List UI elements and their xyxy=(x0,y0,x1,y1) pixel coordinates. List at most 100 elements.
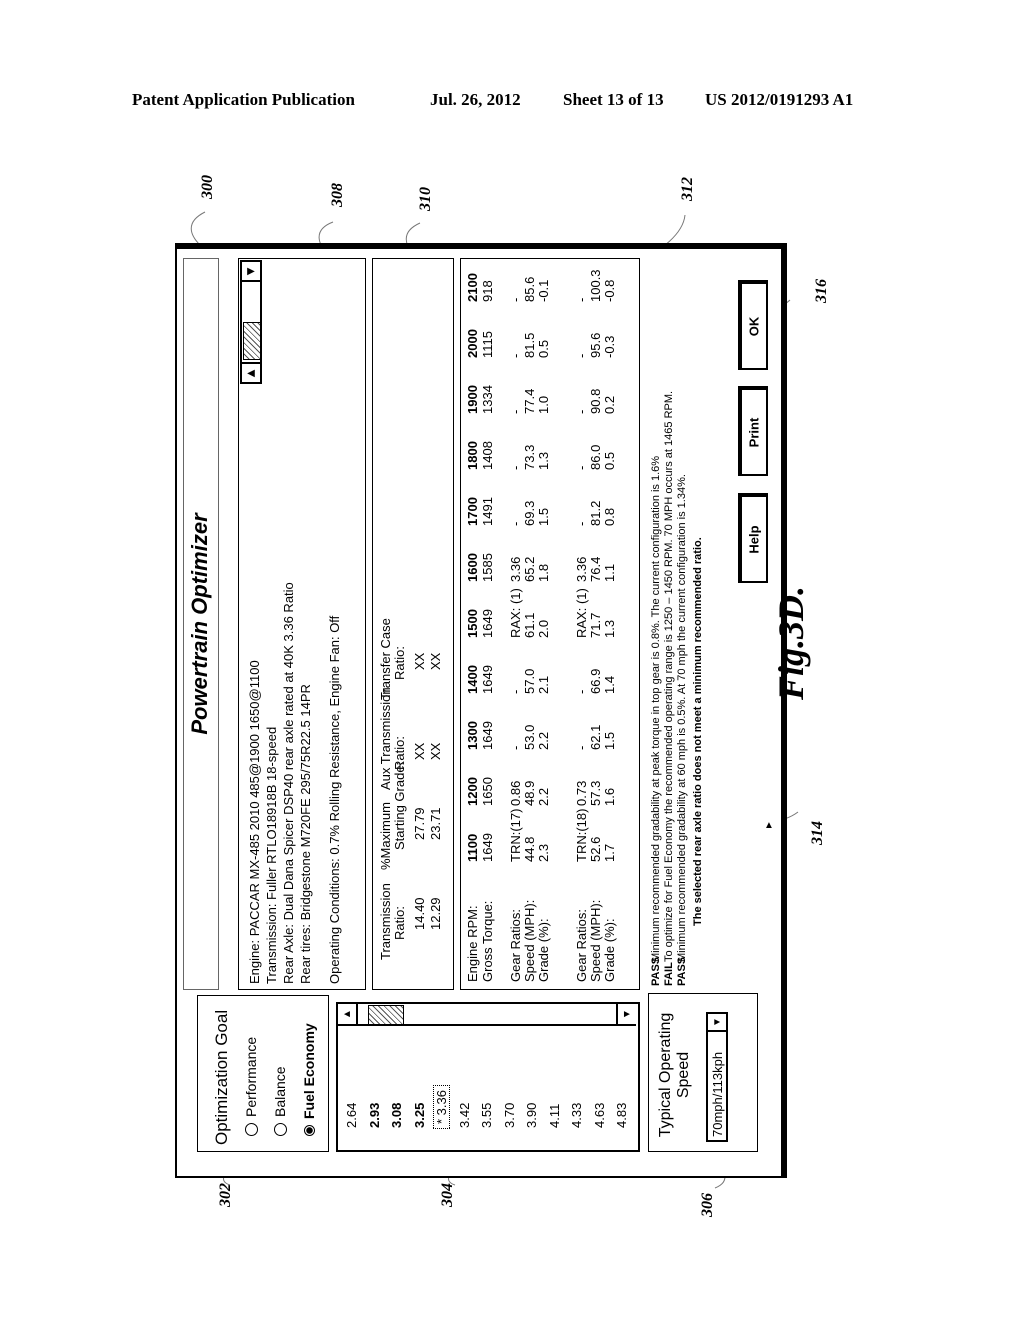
rpm-label: Engine RPM: xyxy=(465,905,480,982)
gear-ratio-cell: - xyxy=(508,745,523,750)
torque-cell: 1649 xyxy=(480,721,495,750)
messages: PASSMinimum recommended gradability at p… xyxy=(650,391,705,986)
axle-ratio-item[interactable]: 3.70 xyxy=(502,1103,517,1128)
axle-ratio-item[interactable]: * 3.36 xyxy=(433,1083,450,1131)
grade-cell: 2.3 xyxy=(536,843,551,862)
torque-cell: 1650 xyxy=(480,777,495,806)
speed-cell: 95.6 xyxy=(588,332,603,358)
ratio-table-cell: XX xyxy=(412,652,427,670)
speed-cell: 90.8 xyxy=(588,388,603,414)
radio-circle-icon xyxy=(273,1123,287,1136)
dropdown-arrow-icon[interactable]: ▼ xyxy=(708,1014,726,1032)
rpm-cell: 1100 xyxy=(465,833,480,862)
grade-cell: 2.0 xyxy=(536,619,551,638)
rpm-cell: 2000 xyxy=(465,329,480,358)
gear-ratio-cell: RAX: (1) xyxy=(574,588,589,638)
grade-cell: 1.5 xyxy=(602,731,617,750)
config-scrollbar[interactable]: ◀ ▶ xyxy=(240,260,262,384)
scroll-down-arrow-icon[interactable]: ► xyxy=(616,1004,636,1024)
axle-ratio-item[interactable]: 2.93 xyxy=(367,1103,382,1128)
radio-performance[interactable]: Performance xyxy=(243,1037,259,1136)
radio-balance[interactable]: Balance xyxy=(272,1066,288,1136)
speed-cell: 57.0 xyxy=(522,668,537,694)
scroll-thumb[interactable] xyxy=(368,1005,404,1025)
grade-label: Grade (%): xyxy=(602,918,617,982)
grade-cell: 2.2 xyxy=(536,787,551,806)
ratio-table-header: Ratio: xyxy=(392,736,407,770)
summary-text: The selected rear axle ratio does not me… xyxy=(692,537,704,926)
radio-fuel-economy[interactable]: Fuel Economy xyxy=(301,1023,317,1136)
axle-ratio-item[interactable]: 4.33 xyxy=(569,1103,584,1128)
speed-cell: 76.4 xyxy=(588,556,603,582)
torque-cell: 918 xyxy=(480,280,495,302)
help-button[interactable]: Help xyxy=(738,493,768,583)
torque-cell: 1491 xyxy=(480,497,495,526)
grade-cell: 1.3 xyxy=(602,619,617,638)
print-button[interactable]: Print xyxy=(738,386,768,476)
speed-cell: 48.9 xyxy=(522,780,537,806)
gear-ratio-cell: - xyxy=(574,689,589,694)
rpm-cell: 1500 xyxy=(465,609,480,638)
axle-ratio-item[interactable]: 3.08 xyxy=(389,1103,404,1128)
message-text: Minimum recommended gradability at peak … xyxy=(650,455,662,962)
axle-ratio-item[interactable]: 3.90 xyxy=(524,1103,539,1128)
ratio-table-header: Transmission xyxy=(378,883,393,960)
message-row: PASSMinimum recommended gradability at 6… xyxy=(676,391,689,986)
radio-selected-icon xyxy=(303,1125,315,1136)
torque-label: Gross Torque: xyxy=(480,900,495,982)
grade-cell: 1.0 xyxy=(536,395,551,414)
rpm-cell: 1800 xyxy=(465,441,480,470)
grade-cell: 0.5 xyxy=(602,451,617,470)
ratio-table-cell: 23.71 xyxy=(428,807,443,840)
torque-cell: 1649 xyxy=(480,833,495,862)
torque-cell: 1115 xyxy=(480,331,495,358)
axle-ratio-item[interactable]: 3.55 xyxy=(479,1103,494,1128)
ratio-table-cell: 27.79 xyxy=(412,807,427,840)
ratio-table-header: %Maximum xyxy=(378,802,393,870)
speed-cell: 73.3 xyxy=(522,444,537,470)
axle-ratio-item[interactable]: 4.11 xyxy=(547,1104,562,1128)
grade-cell: 0.2 xyxy=(602,395,617,414)
grade-cell: -0.8 xyxy=(602,279,617,302)
grade-cell: 0.5 xyxy=(536,339,551,358)
grade-cell: 1.4 xyxy=(602,675,617,694)
operating-speed-select[interactable]: 70mph/113kph ▼ xyxy=(706,1012,728,1142)
ratio-scrollbar[interactable]: ◄ ► xyxy=(338,1004,636,1026)
gear-ratio-cell: RAX: (1) xyxy=(508,588,523,638)
print-button-label: Print xyxy=(746,417,762,447)
axle-ratio-item[interactable]: 4.63 xyxy=(592,1103,607,1128)
engine-info: Engine: PACCAR MX-485 2010 485@1900 1650… xyxy=(247,660,262,984)
axle-ratio-item[interactable]: 3.25 xyxy=(412,1103,427,1128)
ratio-table-cell: 12.29 xyxy=(428,897,443,930)
ratio-table-header: Ratio: xyxy=(392,646,407,680)
ok-button[interactable]: OK xyxy=(738,280,768,370)
grade-label: Grade (%): xyxy=(536,918,551,982)
speed-cell: 61.1 xyxy=(522,612,537,638)
scroll-thumb[interactable] xyxy=(243,322,261,360)
rpm-cell: 2100 xyxy=(465,273,480,302)
ok-button-label: OK xyxy=(746,316,762,336)
grade-cell: 2.2 xyxy=(536,731,551,750)
scroll-left-arrow-icon[interactable]: ◀ xyxy=(242,362,260,382)
speed-cell: 52.6 xyxy=(588,836,603,862)
grade-cell: 1.5 xyxy=(536,507,551,526)
speed-cell: 53.0 xyxy=(522,724,537,750)
gear-ratio-label: Gear Ratios: xyxy=(574,909,589,982)
gear-ratio-cell: 3.36 xyxy=(508,556,523,582)
grade-cell: 0.8 xyxy=(602,507,617,526)
gear-ratio-cell: - xyxy=(574,353,589,358)
speed-cell: 69.3 xyxy=(522,500,537,526)
axle-ratio-item[interactable]: 4.83 xyxy=(614,1103,629,1128)
rpm-cell: 1900 xyxy=(465,385,480,414)
status-badge: FAIL xyxy=(663,962,675,986)
axle-ratio-item[interactable]: 2.64 xyxy=(344,1103,359,1128)
axle-ratio-item[interactable]: 3.42 xyxy=(457,1103,472,1128)
speed-cell: 71.7 xyxy=(588,612,603,638)
ratio-table-cell: 14.40 xyxy=(412,897,427,930)
grade-cell: -0.1 xyxy=(536,279,551,302)
speed-cell: 86.0 xyxy=(588,444,603,470)
ratio-table-cell: XX xyxy=(428,742,443,760)
scroll-right-arrow-icon[interactable]: ▶ xyxy=(242,262,260,282)
scroll-up-arrow-icon[interactable]: ◄ xyxy=(338,1004,358,1024)
rpm-cell: 1300 xyxy=(465,721,480,750)
